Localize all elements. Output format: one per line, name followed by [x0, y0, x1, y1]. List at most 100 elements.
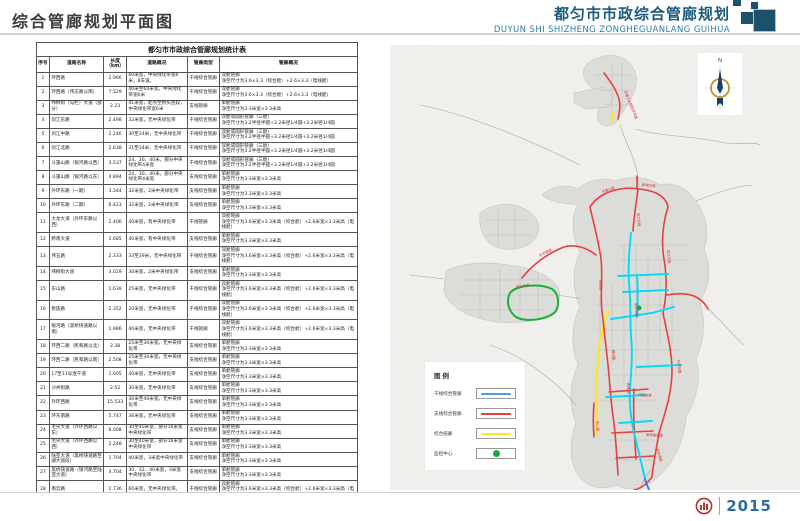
table-cell: 单舱管廊净空尺寸为3.3米宽×3.3米高: [219, 266, 357, 280]
table-row: 1环西路2.96660米宽，中央绿化带宽6米，8车道。干线综合管廊双舱管廊净空尺…: [37, 72, 358, 86]
table-cell: 单舱管廊净空尺寸为3.3米宽×3.3米高: [219, 452, 357, 466]
table-cell: 3.344: [104, 185, 126, 199]
legend-swatch: [476, 428, 516, 439]
table-cell: 外环西路: [49, 396, 104, 410]
compass-rose-icon: N: [698, 53, 742, 115]
table-header-row: 序号道路名称长度（km）道路概况管廊类型管廊概况: [37, 57, 358, 73]
table-cell: 外环东路（二期）: [49, 199, 104, 213]
table-cell: 17: [37, 320, 50, 340]
table-cell: 环西路（伟志路以南）: [49, 86, 104, 100]
table-cell: 单舱管廊净空尺寸为3.3米宽×3.3米高: [219, 199, 357, 213]
table-cell: 28: [37, 480, 50, 492]
table-cell: 20: [37, 368, 50, 382]
table-row: 10外环东路（二期）6.42332米宽，2米中央绿化带支线综合管廊单舱管廊净空尺…: [37, 199, 358, 213]
plan-sheet: 综合管廊规划平面图 都匀市市政综合管廊规划 DUYUN SHI SHIZHENG…: [0, 0, 800, 521]
table-cell: 1: [37, 72, 50, 86]
table-cell: 外环东路（一期）: [49, 185, 104, 199]
table-cell: 支线综合管廊: [187, 354, 219, 368]
table-row: 21沙井街路2.5230米宽，无中央绿化带支线综合管廊单舱管廊净空尺寸为3.3米…: [37, 382, 358, 396]
legend-item-label: 支线综合管廊: [434, 411, 476, 417]
table-cell: 24: [37, 424, 50, 438]
table-row: 12黔南大道1.68540米宽，有中央绿化带支线综合管廊单舱管廊净空尺寸为3.3…: [37, 232, 358, 246]
legend-title: 图例: [434, 370, 516, 380]
table-cell: 32米宽，2米中央绿化带: [126, 185, 187, 199]
table-cell: 2.333: [104, 246, 126, 266]
table-cell: 5: [37, 128, 50, 142]
map-legend: 图例 干线综合管廊支线综合管廊综合缆廊监控中心: [425, 362, 525, 470]
legend-item: 支线综合管廊: [434, 408, 516, 419]
table-row: 11大龙大道（外环东路以西）2.40640米宽，有中央绿化带干线管廊双舱管廊净空…: [37, 213, 358, 233]
table-cell: 纬柳街（勾栏）大道（部分）: [49, 100, 104, 114]
table-cell: 剑江中路: [49, 128, 104, 142]
table-cell: 2.246: [104, 128, 126, 142]
table-cell: 4.894: [104, 170, 126, 184]
table-cell: 13: [37, 246, 50, 266]
table-cell: 5.747: [104, 410, 126, 424]
legend-swatch: [476, 448, 516, 459]
table-cell: 6.423: [104, 199, 126, 213]
table-column-header: 道路名称: [49, 57, 104, 73]
table-cell: 40米宽，3米宽中央绿化带: [126, 452, 187, 466]
table-cell: 7.529: [104, 86, 126, 100]
table-cell: 环东南路: [49, 410, 104, 424]
table-cell: 单舱管廊净空尺寸为3.3米宽×3.3米高: [219, 185, 357, 199]
table-cell: 2.352: [104, 300, 126, 320]
table-cell: 7: [37, 156, 50, 170]
table-cell: 斗篷山路（银河路以东）: [49, 170, 104, 184]
table-cell: 双舱或圆形管廊（三舱）净空尺寸为3.2半径半圆+3.2米径1/4圆+3.2米径1…: [219, 128, 357, 142]
table-cell: 30米宽，无中央绿化带: [126, 382, 187, 396]
table-cell: 民族路: [49, 300, 104, 320]
table-cell: 支线综合管廊: [187, 452, 219, 466]
table-cell: 2: [37, 86, 50, 100]
table-cell: 40米宽，有中央绿化带: [126, 213, 187, 233]
table-cell: 双舱或圆形管廊（三舱）净空尺寸为3.2半径半圆+3.2米径1/4圆+3.2米径1…: [219, 142, 357, 156]
table-cell: 8: [37, 170, 50, 184]
table-row: 28南云路2.73660米宽，无中央绿化带。干线综合管廊双舱管廊净空尺寸为3.6…: [37, 480, 358, 492]
table-row: 5剑江中路2.24630至34米，无中央绿化带干线综合管廊双舱或圆形管廊（三舱）…: [37, 128, 358, 142]
table-cell: 单舱管廊净空尺寸为3.3米宽×3.3米高: [219, 396, 357, 410]
table-cell: 单舱管廊净空尺寸为3.3米宽×3.3米高: [219, 368, 357, 382]
table-cell: 25米至30米宽，无中央绿化带: [126, 340, 187, 354]
table-cell: 双舱管廊净空尺寸为3.6米宽×3.3米高（综合舱）+2.6米宽×3.3米高（电线…: [219, 300, 357, 320]
table-cell: 干线综合管廊: [187, 156, 219, 170]
table-cell: 剑江东路: [49, 114, 104, 128]
table-row: 23环东南路5.74736米宽，无中央绿化带支线综合管廊单舱管廊净空尺寸为3.3…: [37, 410, 358, 424]
table-cell: 17至11号连干道: [49, 368, 104, 382]
table-cell: 干线综合管廊: [187, 480, 219, 492]
table-cell: 4: [37, 114, 50, 128]
table-cell: 毛尖大道（外环西路以西）: [49, 438, 104, 452]
footer-divider: [0, 492, 800, 493]
table-cell: 沙井街路: [49, 382, 104, 396]
table-cell: 12: [37, 232, 50, 246]
table-cell: 双舱管廊净空尺寸为3.6×3.3（综合舱）+2.6×3.3（电线舱）: [219, 86, 357, 100]
table-cell: 双舱管廊净空尺寸为3.6米宽×3.3米高（综合舱）+2.6米宽×3.3米高（电线…: [219, 280, 357, 300]
table-cell: 25: [37, 438, 50, 452]
table-cell: 环西二路（民和路以北）: [49, 340, 104, 354]
brand-title: 都匀市市政综合管廊规划: [494, 3, 730, 24]
table-cell: 干线管廊: [187, 320, 219, 340]
table-cell: 2.406: [104, 213, 126, 233]
legend-swatch: [476, 408, 516, 419]
footer-logo-icon: [695, 497, 713, 515]
table-cell: 双舱管廊净空尺寸为3.6米宽×3.3米高（综合舱）+2.6米宽×3.3米高（电线…: [219, 246, 357, 266]
table-cell: 40米宽，有中央绿化带: [126, 232, 187, 246]
table-cell: 32米宽，2米中央绿化带: [126, 199, 187, 213]
table-row: 3纬柳街（勾栏）大道（部分）2.2341米宽，起点至桥头连段，中央绿化带宽6米支…: [37, 100, 358, 114]
legend-swatch: [476, 388, 516, 399]
table-cell: 9: [37, 185, 50, 199]
table-cell: 双舱或圆形管廊（三舱）净空尺寸为3.2半径半圆+3.2米径1/4圆+3.2米径1…: [219, 114, 357, 128]
table-column-header: 道路概况: [126, 57, 187, 73]
table-row: 13伟五路2.33333至39米，无中央绿化带干线综合管廊双舱管廊净空尺寸为3.…: [37, 246, 358, 266]
table-row: 22外环西路15.53330米至40米宽，无中央绿化带支线综合管廊单舱管廊净空尺…: [37, 396, 358, 410]
table-cell: 干线综合管廊: [187, 72, 219, 86]
table-row: 9外环东路（一期）3.34432米宽，2米中央绿化带支线综合管廊单舱管廊净空尺寸…: [37, 185, 358, 199]
footer-separator: [719, 497, 720, 515]
map-road-label: 东山路: [595, 421, 601, 432]
table-row: 25毛尖大道（外环西路以西）2.24830至40米宽，部分16米宽中央绿化带支线…: [37, 438, 358, 452]
table-cell: 1.605: [104, 368, 126, 382]
table-cell: 单舱管廊净空尺寸为3.3米宽×3.3米高: [219, 340, 357, 354]
table-cell: 30至40米宽，部分16米宽中央绿化带: [126, 424, 187, 438]
table-cell: 干线综合管廊: [187, 246, 219, 266]
table-cell: 伟五路: [49, 246, 104, 266]
table-cell: 支线综合管廊: [187, 410, 219, 424]
